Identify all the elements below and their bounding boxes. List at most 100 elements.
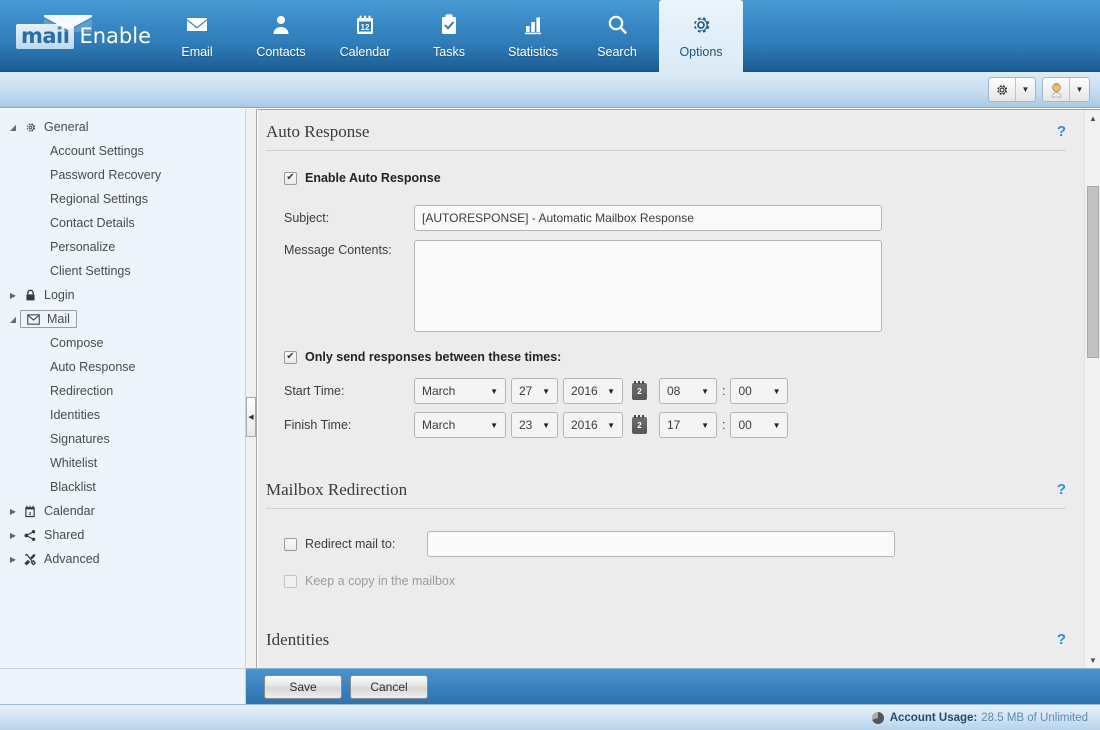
gear-icon <box>689 10 713 40</box>
sidebar-item-mail[interactable]: ◢Mail <box>0 307 245 331</box>
sidebar-item-identities[interactable]: Identities <box>0 403 245 427</box>
tree-twisty-icon[interactable]: ◢ <box>6 123 20 132</box>
auto-response-title: Auto Response <box>266 122 369 141</box>
chevron-down-icon[interactable]: ▼ <box>1070 78 1089 101</box>
start-minute-select[interactable]: 00 ▼ <box>730 378 788 404</box>
sidebar-item-regional-settings[interactable]: Regional Settings <box>0 187 245 211</box>
start-calendar-picker-icon[interactable]: 2 <box>632 383 647 400</box>
tree-twisty-icon[interactable]: ◢ <box>6 315 20 324</box>
nav-item-options[interactable]: Options <box>659 0 743 72</box>
scroll-up-icon[interactable]: ▲ <box>1085 110 1100 127</box>
help-icon[interactable]: ? <box>1057 481 1066 498</box>
gear-icon[interactable] <box>989 78 1016 101</box>
sidebar-item-login[interactable]: ▶Login <box>0 283 245 307</box>
sidebar-item-advanced[interactable]: ▶ Advanced <box>0 547 245 571</box>
search-icon <box>605 10 629 40</box>
sidebar-item-blacklist[interactable]: Blacklist <box>0 475 245 499</box>
sidebar-item-label: Advanced <box>44 552 100 566</box>
sidebar-item-whitelist[interactable]: Whitelist <box>0 451 245 475</box>
help-icon[interactable]: ? <box>1057 631 1066 648</box>
finish-month-select[interactable]: March ▼ <box>414 412 506 438</box>
nav-item-email[interactable]: Email <box>155 0 239 72</box>
sidebar-item-auto-response[interactable]: Auto Response <box>0 355 245 379</box>
only-send-between-times-checkbox[interactable]: ✔ <box>284 351 297 364</box>
mailenable-logo[interactable]: mail Enable <box>16 11 146 61</box>
chevron-down-icon[interactable]: ▼ <box>1016 78 1035 101</box>
nav-item-label: Calendar <box>340 45 391 59</box>
sidebar-item-password-recovery[interactable]: Password Recovery <box>0 163 245 187</box>
scroll-down-icon[interactable]: ▼ <box>1085 652 1100 668</box>
content-scroll-area: Auto Response ? ✔ Enable Auto Response S… <box>258 110 1084 668</box>
help-icon[interactable]: ? <box>1057 123 1066 140</box>
start-hour-select[interactable]: 08 ▼ <box>659 378 717 404</box>
scrollbar-thumb[interactable] <box>1087 186 1099 358</box>
sidebar-item-client-settings[interactable]: Client Settings <box>0 259 245 283</box>
redirect-mail-checkbox[interactable]: ✔ <box>284 538 297 551</box>
keep-copy-checkbox[interactable]: ✔ <box>284 575 297 588</box>
envelope-icon <box>23 314 43 325</box>
nav-item-contacts[interactable]: Contacts <box>239 0 323 72</box>
identities-title: Identities <box>266 630 329 649</box>
svg-text:2: 2 <box>29 511 32 517</box>
chevron-down-icon: ▼ <box>490 421 498 430</box>
sidebar-splitter[interactable]: ◀ <box>246 109 257 668</box>
user-avatar-icon[interactable] <box>1043 78 1070 101</box>
sidebar-item-compose[interactable]: Compose <box>0 331 245 355</box>
start-time-row: Start Time: March ▼ 27 ▼ 2016 ▼ 2 08 ▼ <box>284 378 1084 404</box>
finish-day-select[interactable]: 23 ▼ <box>511 412 558 438</box>
sidebar-item-label: Blacklist <box>50 480 96 494</box>
nav-item-statistics[interactable]: Statistics <box>491 0 575 72</box>
content-vertical-scrollbar[interactable]: ▲ ▼ <box>1084 110 1100 668</box>
sidebar-item-general[interactable]: ◢General <box>0 115 245 139</box>
cancel-button[interactable]: Cancel <box>350 675 428 699</box>
finish-year-select[interactable]: 2016 ▼ <box>563 412 623 438</box>
subject-input[interactable] <box>414 205 882 231</box>
sidebar-item-label: Compose <box>50 336 104 350</box>
sidebar-item-shared[interactable]: ▶Shared <box>0 523 245 547</box>
settings-button-group[interactable]: ▼ <box>988 77 1036 102</box>
redirect-mail-input[interactable] <box>427 531 895 557</box>
envelope-logo-icon <box>42 13 94 33</box>
sidebar-item-personalize[interactable]: Personalize <box>0 235 245 259</box>
secondary-toolbar: ▼ ▼ <box>0 72 1100 108</box>
start-time-separator: : <box>722 384 725 398</box>
account-usage-value: 28.5 MB of Unlimited <box>981 712 1088 724</box>
enable-auto-response-checkbox[interactable]: ✔ <box>284 172 297 185</box>
sidebar-item-account-settings[interactable]: Account Settings <box>0 139 245 163</box>
toolbar-right-group: ▼ ▼ <box>988 77 1090 102</box>
start-year-select[interactable]: 2016 ▼ <box>563 378 623 404</box>
nav-item-calendar[interactable]: 12Calendar <box>323 0 407 72</box>
start-day-select[interactable]: 27 ▼ <box>511 378 558 404</box>
only-send-between-times-row: ✔ Only send responses between these time… <box>284 350 1084 364</box>
sidebar-item-label: Regional Settings <box>50 192 148 206</box>
nav-item-tasks[interactable]: Tasks <box>407 0 491 72</box>
chevron-down-icon: ▼ <box>701 387 709 396</box>
finish-calendar-picker-icon[interactable]: 2 <box>632 417 647 434</box>
chevron-down-icon: ▼ <box>773 421 781 430</box>
mailbox-redirection-section-header: Mailbox Redirection ? <box>266 468 1066 509</box>
nav-item-label: Email <box>181 45 212 59</box>
finish-minute-select[interactable]: 00 ▼ <box>730 412 788 438</box>
selected-wrapper: Mail <box>20 310 77 328</box>
splitter-collapse-handle[interactable]: ◀ <box>246 397 256 437</box>
bar-chart-icon <box>521 10 545 40</box>
finish-hour-select[interactable]: 17 ▼ <box>659 412 717 438</box>
sidebar-item-calendar[interactable]: ▶2Calendar <box>0 499 245 523</box>
tools-icon <box>20 553 40 566</box>
save-button[interactable]: Save <box>264 675 342 699</box>
sidebar-item-signatures[interactable]: Signatures <box>0 427 245 451</box>
tree-twisty-icon[interactable]: ▶ <box>6 531 20 540</box>
tree-twisty-icon[interactable]: ▶ <box>6 291 20 300</box>
account-button-group[interactable]: ▼ <box>1042 77 1090 102</box>
top-navigation-bar: mail Enable Email Contacts12CalendarTasks… <box>0 0 1100 72</box>
gear-icon <box>20 121 40 134</box>
nav-item-search[interactable]: Search <box>575 0 659 72</box>
only-send-between-times-label: Only send responses between these times: <box>305 350 561 364</box>
tree-twisty-icon[interactable]: ▶ <box>6 555 20 564</box>
tree-twisty-icon[interactable]: ▶ <box>6 507 20 516</box>
status-bar: Account Usage: 28.5 MB of Unlimited <box>0 704 1100 730</box>
message-contents-textarea[interactable] <box>414 240 882 332</box>
start-month-select[interactable]: March ▼ <box>414 378 506 404</box>
sidebar-item-redirection[interactable]: Redirection <box>0 379 245 403</box>
sidebar-item-contact-details[interactable]: Contact Details <box>0 211 245 235</box>
